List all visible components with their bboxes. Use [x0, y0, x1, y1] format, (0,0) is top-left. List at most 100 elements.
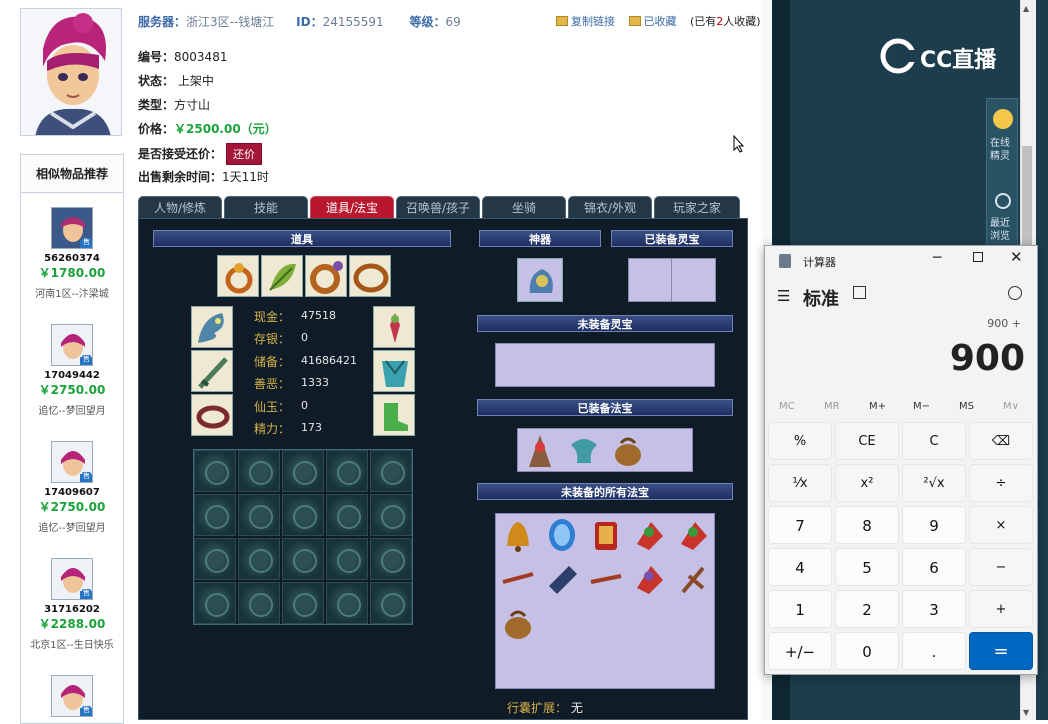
memory-add-button[interactable]: M+ [869, 401, 886, 412]
inventory-slot[interactable] [326, 450, 368, 492]
memory-store-button[interactable]: MS [959, 401, 974, 412]
tab-items[interactable]: 道具/法宝 [310, 196, 394, 218]
percent-key[interactable]: % [768, 422, 832, 460]
inventory-slot[interactable] [326, 582, 368, 624]
inventory-slot[interactable] [326, 494, 368, 536]
inventory-slot[interactable] [282, 494, 324, 536]
treasure-item[interactable] [541, 514, 583, 559]
multiply-key[interactable]: × [969, 506, 1033, 544]
tab-mount[interactable]: 坐骑 [482, 196, 566, 218]
digit-4-key[interactable]: 4 [768, 548, 832, 586]
inventory-slot[interactable] [238, 494, 280, 536]
close-icon[interactable]: ✕ [1010, 248, 1023, 266]
equipment-slot[interactable] [261, 255, 303, 297]
equipment-slot[interactable] [191, 306, 233, 348]
scroll-down-icon[interactable]: ▼ [1023, 708, 1029, 717]
digit-3-key[interactable]: 3 [902, 590, 966, 628]
online-sprite-label[interactable]: 在线精灵 [990, 137, 1016, 163]
inventory-slot[interactable] [282, 450, 324, 492]
tab-skills[interactable]: 技能 [224, 196, 308, 218]
inventory-slot[interactable] [370, 538, 412, 580]
inventory-slot[interactable] [370, 450, 412, 492]
equipment-slot[interactable] [373, 306, 415, 348]
recent-browse-label[interactable]: 最近浏览 [990, 217, 1016, 243]
divide-key[interactable]: ÷ [969, 464, 1033, 502]
artifact-slot[interactable] [517, 258, 563, 302]
hamburger-menu-icon[interactable]: ☰ [777, 287, 790, 305]
digit-6-key[interactable]: 6 [902, 548, 966, 586]
history-icon[interactable] [1008, 286, 1022, 300]
clear-entry-key[interactable]: CE [835, 422, 899, 460]
equals-key[interactable]: = [969, 632, 1033, 670]
inventory-slot[interactable] [370, 582, 412, 624]
inventory-slot[interactable] [194, 582, 236, 624]
equipment-slot[interactable] [373, 350, 415, 392]
treasure-item[interactable] [497, 514, 539, 559]
treasure-item[interactable] [563, 429, 605, 474]
clock-icon[interactable] [995, 193, 1011, 209]
memory-recall-button[interactable]: MR [824, 401, 840, 412]
digit-5-key[interactable]: 5 [835, 548, 899, 586]
treasure-item[interactable] [497, 558, 539, 603]
subtract-key[interactable]: − [969, 548, 1033, 586]
tab-outfit[interactable]: 锦衣/外观 [568, 196, 652, 218]
digit-9-key[interactable]: 9 [902, 506, 966, 544]
unequipped-spirit-slots[interactable] [495, 343, 715, 387]
equipment-slot[interactable] [217, 255, 259, 297]
similar-item-thumbnail[interactable]: 售 [51, 324, 93, 366]
similar-item-thumbnail[interactable]: 售 [51, 441, 93, 483]
digit-0-key[interactable]: 0 [835, 632, 899, 670]
keep-on-top-icon[interactable] [853, 286, 866, 299]
treasure-item[interactable] [519, 429, 561, 474]
memory-subtract-button[interactable]: M− [913, 401, 930, 412]
similar-item[interactable]: 售 17409607 ￥2750.00 追忆--梦回望月 [21, 441, 123, 534]
digit-7-key[interactable]: 7 [768, 506, 832, 544]
inventory-slot[interactable] [194, 450, 236, 492]
similar-item[interactable]: 售 [21, 675, 123, 717]
tab-character[interactable]: 人物/修炼 [138, 196, 222, 218]
equipped-spirit-slots[interactable] [628, 258, 716, 302]
inventory-slot[interactable] [238, 538, 280, 580]
treasure-item[interactable] [629, 558, 671, 603]
counter-offer-button[interactable]: 还价 [226, 143, 263, 165]
treasure-item[interactable] [585, 514, 627, 559]
reciprocal-key[interactable]: ⅟x [768, 464, 832, 502]
copy-link-button[interactable]: 复制链接 [556, 15, 615, 28]
treasure-item[interactable] [585, 558, 627, 603]
minimize-icon[interactable]: ─ [933, 250, 941, 266]
similar-item[interactable]: 售 17049442 ￥2750.00 追忆--梦回望月 [21, 324, 123, 417]
inventory-slot[interactable] [370, 494, 412, 536]
inventory-slot[interactable] [326, 538, 368, 580]
backspace-key[interactable]: ⌫ [969, 422, 1033, 460]
equipment-slot[interactable] [191, 394, 233, 436]
maximize-icon[interactable] [973, 252, 983, 262]
clear-key[interactable]: C [902, 422, 966, 460]
digit-1-key[interactable]: 1 [768, 590, 832, 628]
inventory-slot[interactable] [238, 450, 280, 492]
treasure-item[interactable] [497, 602, 539, 647]
sidebar-scrollbar-thumb[interactable] [1022, 146, 1032, 261]
similar-item-thumbnail[interactable]: 售 [51, 207, 93, 249]
treasure-item[interactable] [673, 558, 715, 603]
favorite-button[interactable]: 已收藏 [628, 15, 677, 28]
inventory-slot[interactable] [238, 582, 280, 624]
treasure-item[interactable] [607, 429, 649, 474]
inventory-slot[interactable] [282, 538, 324, 580]
similar-item-thumbnail[interactable]: 售 [51, 558, 93, 600]
online-sprite-icon[interactable] [993, 109, 1013, 129]
treasure-item[interactable] [541, 558, 583, 603]
treasure-item[interactable] [629, 514, 671, 559]
inventory-slot[interactable] [194, 494, 236, 536]
similar-item[interactable]: 售 56260374 ￥1780.00 河南1区--汴梁城 [21, 207, 123, 300]
inventory-slot[interactable] [194, 538, 236, 580]
tab-home[interactable]: 玩家之家 [654, 196, 740, 218]
negate-key[interactable]: +/− [768, 632, 832, 670]
memory-clear-button[interactable]: MC [779, 401, 795, 412]
decimal-key[interactable]: . [902, 632, 966, 670]
tab-pets[interactable]: 召唤兽/孩子 [396, 196, 480, 218]
similar-item[interactable]: 售 31716202 ￥2288.00 北京1区--生日快乐 [21, 558, 123, 651]
digit-8-key[interactable]: 8 [835, 506, 899, 544]
equipment-slot[interactable] [373, 394, 415, 436]
equipment-slot[interactable] [349, 255, 391, 297]
sqrt-key[interactable]: ²√x [902, 464, 966, 502]
